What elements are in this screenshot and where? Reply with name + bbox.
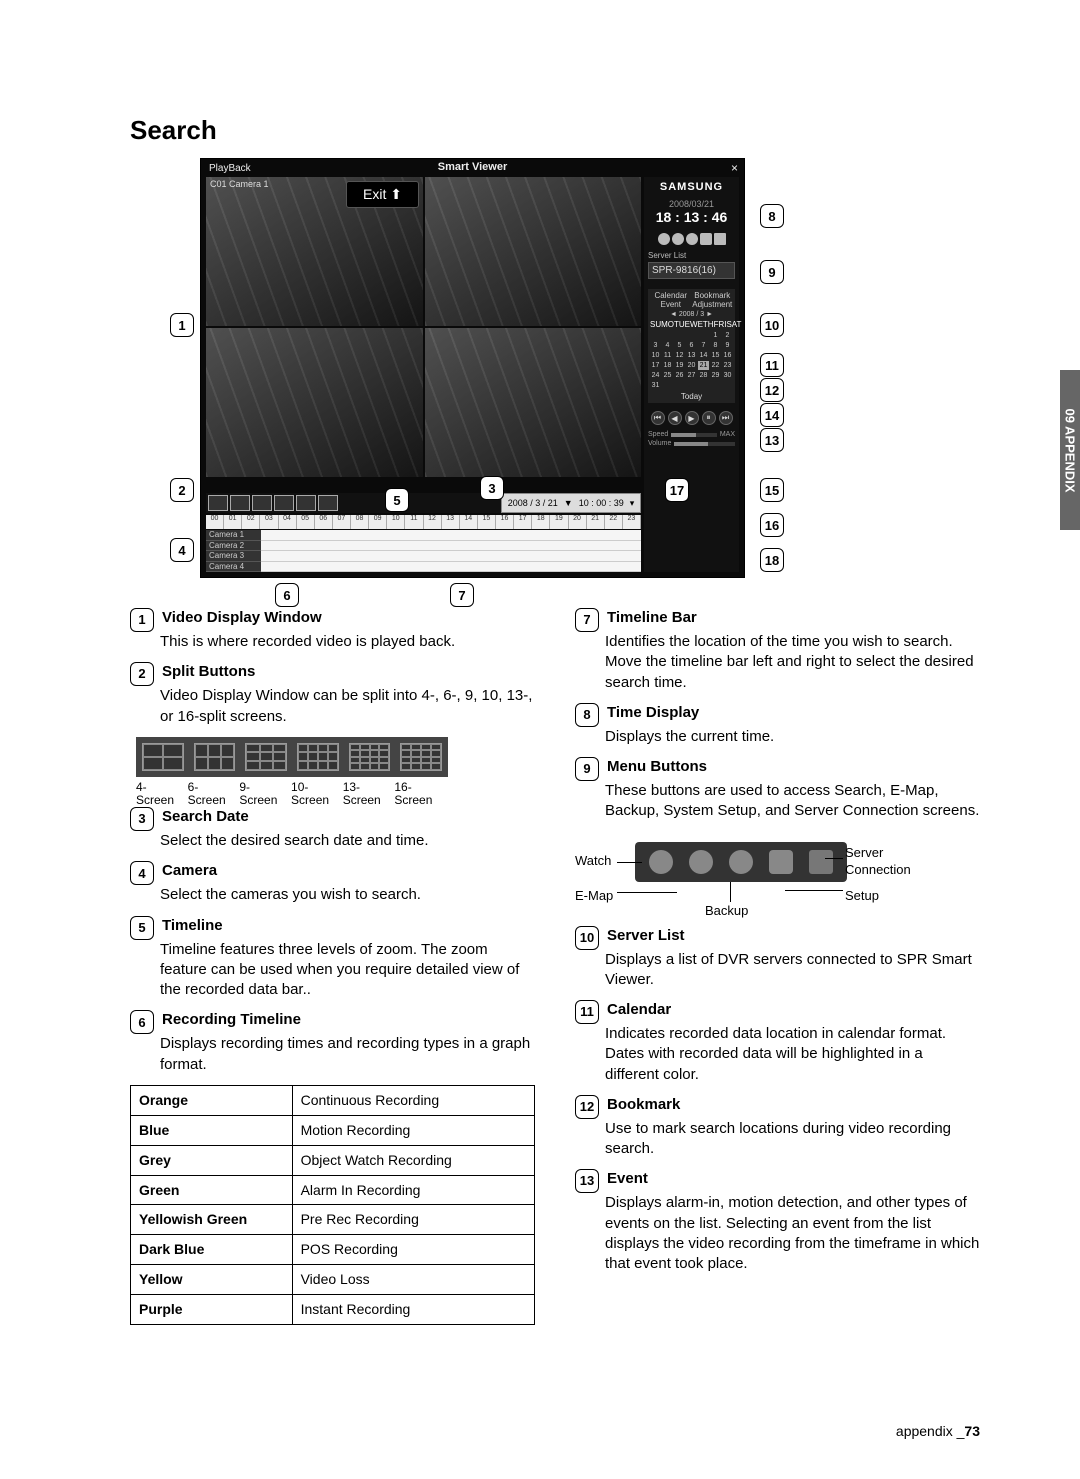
search-date-bar[interactable]: 2008 / 3 / 21 ▼ 10 : 00 : 39 ▾ xyxy=(501,493,641,513)
server-list-item[interactable]: SPR-9816(16) xyxy=(648,262,735,279)
brand-logo: SAMSUNG xyxy=(648,181,735,193)
gear-icon xyxy=(769,850,793,874)
backup-icon xyxy=(729,850,753,874)
left-column: 1Video Display WindowThis is where recor… xyxy=(130,608,535,1325)
playback-controls[interactable]: ⏮◀▶⏸⏭ xyxy=(648,411,735,425)
app-title: Smart Viewer xyxy=(201,161,744,173)
watch-icon xyxy=(658,233,670,245)
server-icon xyxy=(809,850,833,874)
exit-button[interactable]: Exit ⬆ xyxy=(346,181,419,208)
time-display: 18 : 13 : 46 xyxy=(648,209,735,225)
watch-icon xyxy=(649,850,673,874)
calendar-panel[interactable]: CalendarBookmark EventAdjustment ◄ 2008 … xyxy=(648,289,735,403)
timeline-ruler[interactable]: 0001020304050607080910111213141516171819… xyxy=(206,515,641,529)
menu-buttons[interactable] xyxy=(648,233,735,245)
close-icon[interactable]: × xyxy=(731,161,738,175)
server-icon xyxy=(714,233,726,245)
right-column: 7Timeline BarIdentifies the location of … xyxy=(575,608,980,1325)
page-footer: appendix _73 xyxy=(896,1423,980,1439)
backup-icon xyxy=(686,233,698,245)
gear-icon xyxy=(700,233,712,245)
recording-timeline[interactable]: Camera 1Camera 2Camera 3Camera 4 xyxy=(206,530,641,572)
emap-icon xyxy=(689,850,713,874)
side-tab: 09 APPENDIX xyxy=(1060,370,1080,530)
page-title: Search xyxy=(130,115,980,146)
screenshot-figure: PlayBack Smart Viewer × C01 Camera 1 Exi… xyxy=(200,158,800,578)
emap-icon xyxy=(672,233,684,245)
